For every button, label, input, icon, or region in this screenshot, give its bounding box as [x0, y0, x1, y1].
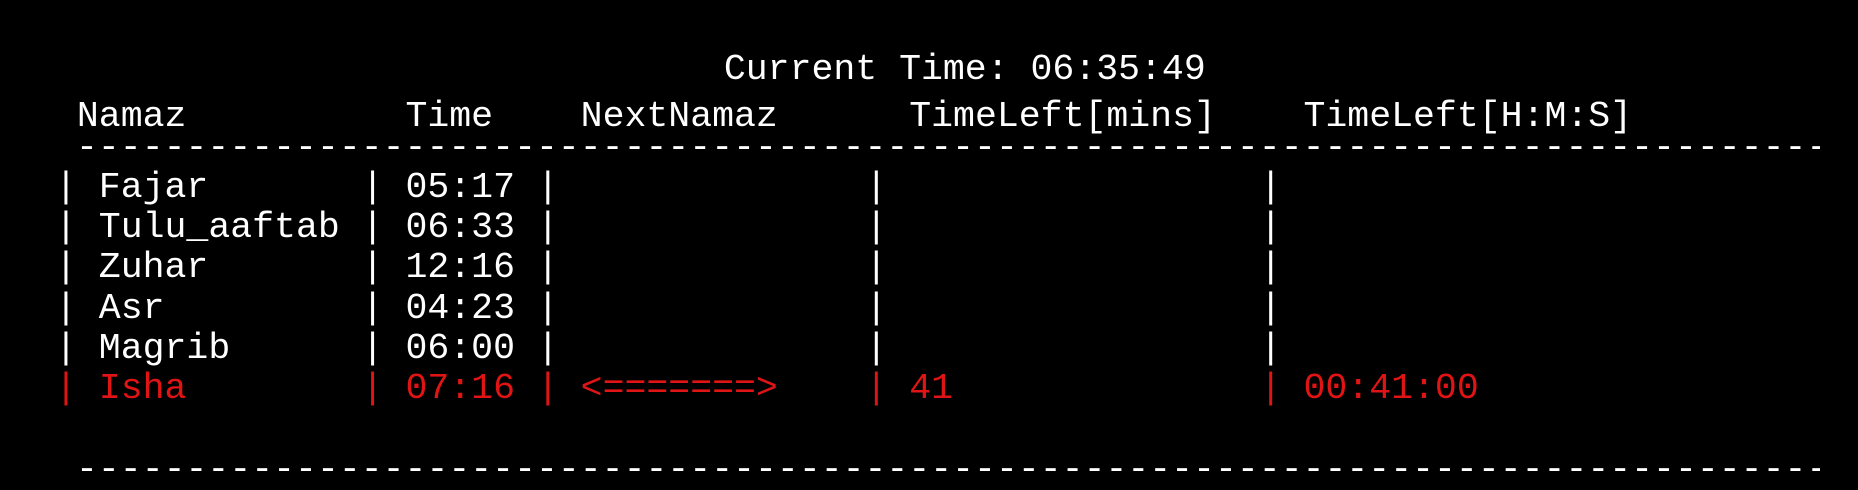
table-row: | Magrib | 06:00 | | |: [55, 327, 1304, 369]
table-row: | Fajar | 05:17 | | |: [55, 167, 1304, 208]
separator-bottom: ----------------------------------------…: [76, 450, 1820, 490]
current-time-display: Current Time: 06:35:49: [0, 10, 1858, 90]
table-row: | Asr | 04:23 | | |: [55, 287, 1304, 329]
table-row: | Isha | 07:16 | <=======> | 41 | 00:41:…: [55, 368, 1479, 409]
current-time-text: Current Time: 06:35:49: [723, 49, 1206, 90]
terminal-window: Current Time: 06:35:49 Namaz Time NextNa…: [0, 0, 1858, 490]
table-row: | Tulu_aaftab | 06:33 | | |: [55, 207, 1304, 249]
table-row: | Zuhar | 12:16 | | |: [55, 247, 1304, 289]
separator-top: ----------------------------------------…: [76, 128, 1820, 168]
